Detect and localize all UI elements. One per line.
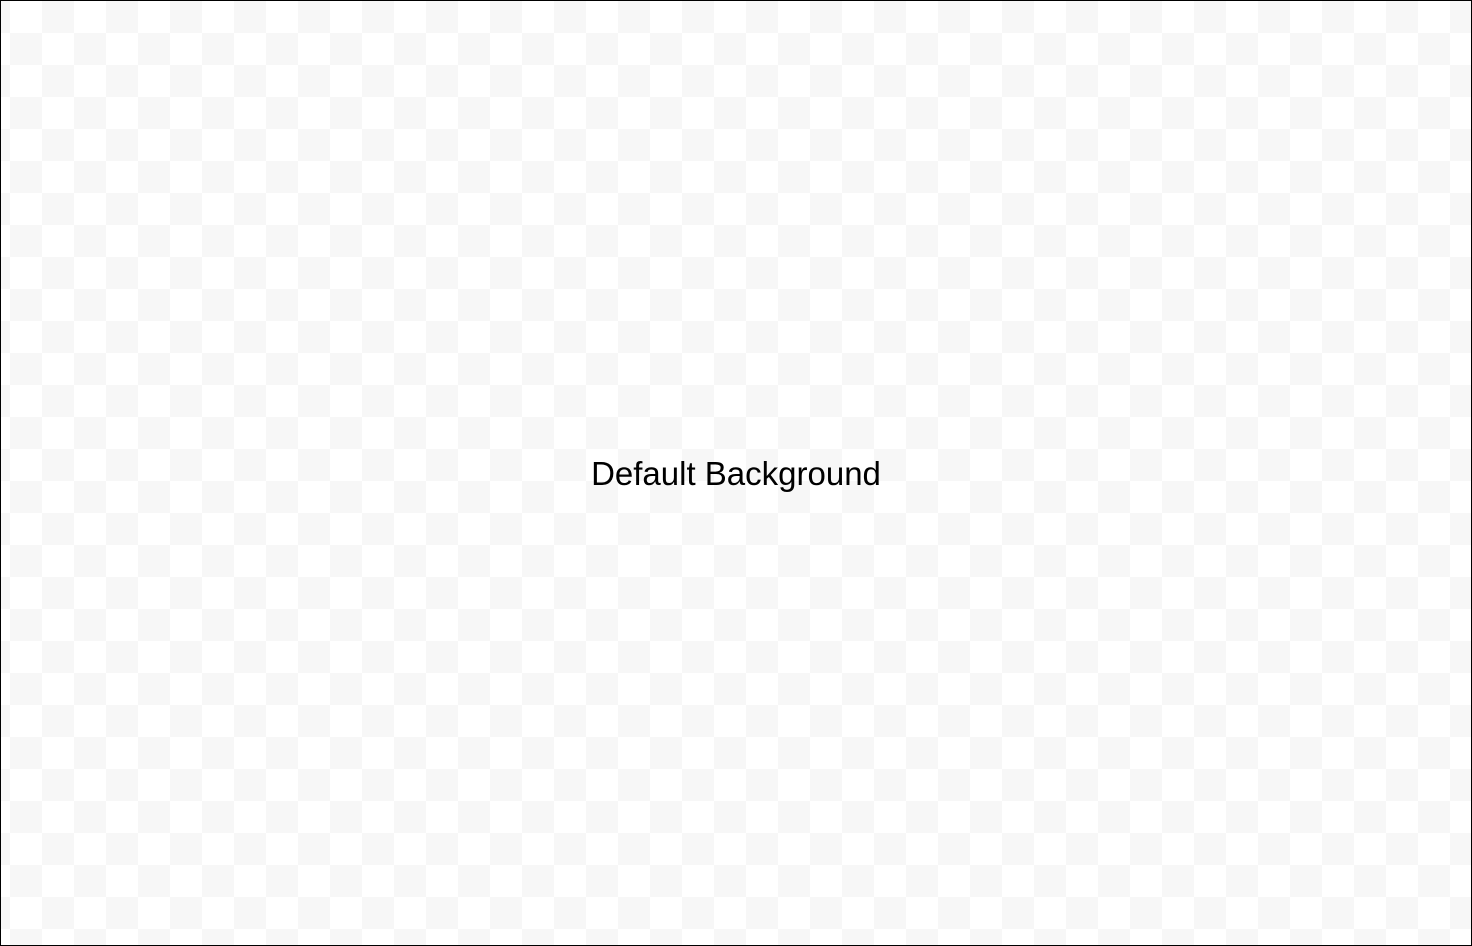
- background-canvas[interactable]: Default Background: [0, 0, 1472, 946]
- background-label: Default Background: [591, 455, 881, 492]
